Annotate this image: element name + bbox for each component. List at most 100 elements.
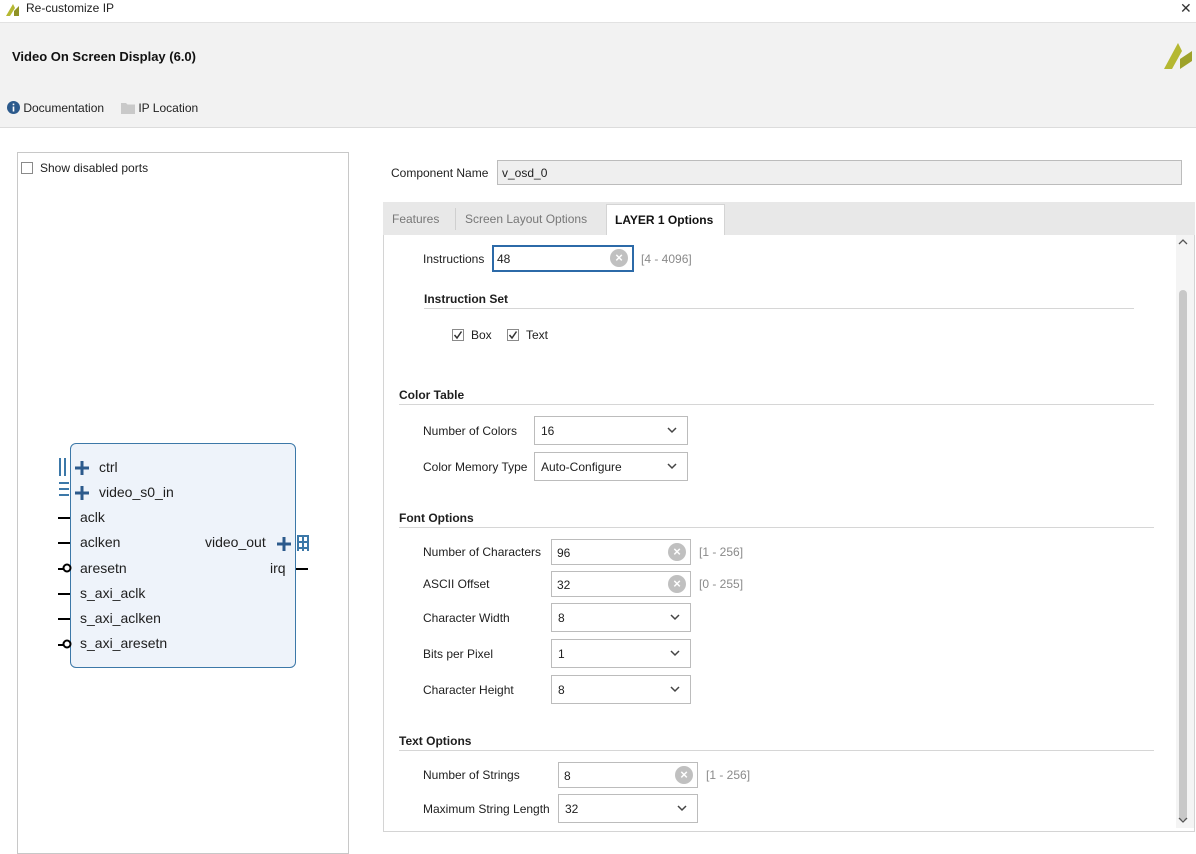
chevron-down-icon <box>670 650 680 657</box>
text-checkbox[interactable] <box>507 329 519 341</box>
port-s-axi-aresetn: s_axi_aresetn <box>80 635 168 651</box>
section-rule <box>399 750 1154 751</box>
bits-per-pixel-label: Bits per Pixel <box>423 647 494 661</box>
number-of-characters-value: 96 <box>557 546 571 560</box>
ascii-offset-input[interactable]: 32 × <box>551 571 691 597</box>
expand-plus-icon[interactable] <box>277 537 291 551</box>
expand-plus-icon[interactable] <box>75 486 89 500</box>
color-memory-type-value: Auto-Configure <box>541 460 622 474</box>
clear-icon[interactable]: × <box>610 249 628 267</box>
number-of-colors-value: 16 <box>541 424 555 438</box>
close-icon[interactable]: ✕ <box>1180 0 1192 17</box>
number-of-colors-select[interactable]: 16 <box>534 416 688 445</box>
max-string-length-select[interactable]: 32 <box>558 794 698 823</box>
documentation-link[interactable]: Documentation <box>7 101 104 115</box>
documentation-label: Documentation <box>23 101 105 115</box>
component-name-field[interactable]: v_osd_0 <box>497 160 1182 185</box>
tab-divider <box>455 208 456 230</box>
section-rule <box>424 308 1134 309</box>
scroll-up-icon[interactable] <box>1178 238 1188 246</box>
bits-per-pixel-select[interactable]: 1 <box>551 639 691 668</box>
box-label: Box <box>471 328 492 342</box>
port-aresetn: aresetn <box>80 560 127 576</box>
instruction-set-title: Instruction Set <box>424 292 509 306</box>
active-low-bubble-icon <box>62 639 72 649</box>
color-memory-type-select[interactable]: Auto-Configure <box>534 452 688 481</box>
instructions-range: [4 - 4096] <box>641 252 692 266</box>
xilinx-logo-icon <box>1164 43 1192 69</box>
clear-icon[interactable]: × <box>668 575 686 593</box>
show-disabled-ports-checkbox[interactable] <box>21 162 33 174</box>
bus-connector-icon <box>297 535 309 551</box>
chevron-down-icon <box>667 427 677 434</box>
port-irq: irq <box>270 560 286 576</box>
character-height-value: 8 <box>558 683 565 697</box>
color-table-title: Color Table <box>399 388 465 402</box>
info-icon <box>7 101 20 114</box>
chevron-down-icon <box>670 686 680 693</box>
port-wire <box>296 568 308 570</box>
tab-layer1-options[interactable]: LAYER 1 Options <box>606 204 725 235</box>
tab-screen-layout-options[interactable]: Screen Layout Options <box>457 204 595 235</box>
character-width-value: 8 <box>558 611 565 625</box>
bits-per-pixel-value: 1 <box>558 647 565 661</box>
tab-features[interactable]: Features <box>384 204 447 235</box>
number-of-colors-label: Number of Colors <box>423 424 518 438</box>
text-label: Text <box>526 328 549 342</box>
expand-plus-icon[interactable] <box>75 461 89 475</box>
scroll-down-icon[interactable] <box>1178 816 1188 824</box>
port-ctrl: ctrl <box>99 459 118 475</box>
number-of-strings-range: [1 - 256] <box>706 768 751 782</box>
chevron-down-icon <box>667 463 677 470</box>
chevron-down-icon <box>670 614 680 621</box>
ascii-offset-value: 32 <box>557 578 571 592</box>
max-string-length-value: 32 <box>565 802 579 816</box>
box-checkbox[interactable] <box>452 329 464 341</box>
color-memory-type-label: Color Memory Type <box>423 460 528 474</box>
tab-content <box>386 235 1176 828</box>
port-s-axi-aclk: s_axi_aclk <box>80 585 146 601</box>
vivado-logo-icon <box>6 4 19 16</box>
number-of-characters-input[interactable]: 96 × <box>551 539 691 565</box>
port-wire <box>58 542 70 544</box>
scrollbar-thumb[interactable] <box>1179 290 1187 820</box>
character-width-label: Character Width <box>423 611 510 625</box>
number-of-strings-label: Number of Strings <box>423 768 520 782</box>
text-options-title: Text Options <box>399 734 472 748</box>
folder-icon <box>121 103 135 114</box>
port-wire <box>58 618 70 620</box>
window-title: Re-customize IP <box>26 1 115 15</box>
number-of-strings-value: 8 <box>564 769 571 783</box>
port-aclk: aclk <box>80 509 105 525</box>
instructions-value: 48 <box>497 252 511 266</box>
font-options-title: Font Options <box>399 511 474 525</box>
number-of-characters-range: [1 - 256] <box>699 545 744 559</box>
number-of-strings-input[interactable]: 8 × <box>558 762 698 788</box>
character-height-select[interactable]: 8 <box>551 675 691 704</box>
component-name-label: Component Name <box>391 166 489 180</box>
port-video-s0-in: video_s0_in <box>99 484 174 500</box>
clear-icon[interactable]: × <box>675 766 693 784</box>
port-video-out: video_out <box>205 534 266 550</box>
port-aclken: aclken <box>80 534 121 550</box>
clear-icon[interactable]: × <box>668 543 686 561</box>
port-wire <box>58 517 70 519</box>
port-wire <box>58 593 70 595</box>
max-string-length-label: Maximum String Length <box>423 802 550 816</box>
ascii-offset-range: [0 - 255] <box>699 577 744 591</box>
show-disabled-ports-label: Show disabled ports <box>40 161 149 175</box>
character-width-select[interactable]: 8 <box>551 603 691 632</box>
section-rule <box>399 527 1154 528</box>
ip-location-label: IP Location <box>138 101 199 115</box>
section-rule <box>399 404 1154 405</box>
instructions-input[interactable]: 48 × <box>492 245 634 272</box>
bus-connector-icon <box>59 458 69 496</box>
checkmark-icon <box>453 331 463 340</box>
chevron-down-icon <box>677 805 687 812</box>
ip-location-link[interactable]: IP Location <box>121 101 198 115</box>
instructions-label: Instructions <box>423 252 485 266</box>
active-low-bubble-icon <box>62 563 72 573</box>
number-of-characters-label: Number of Characters <box>423 545 542 559</box>
checkmark-icon <box>508 331 518 340</box>
character-height-label: Character Height <box>423 683 514 697</box>
